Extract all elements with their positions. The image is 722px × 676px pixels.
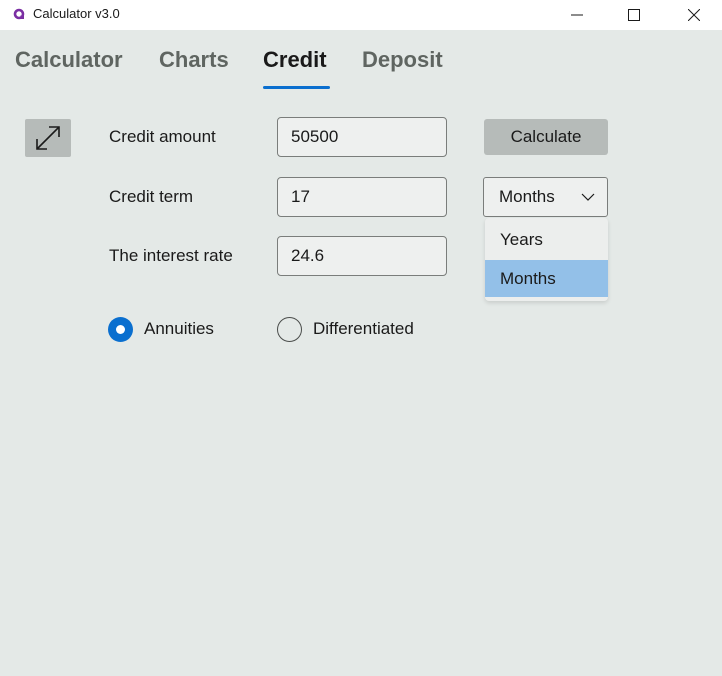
tab-calculator[interactable]: Calculator: [15, 47, 123, 73]
tab-deposit[interactable]: Deposit: [362, 47, 443, 73]
minimize-button[interactable]: [554, 0, 600, 30]
term-unit-selected-value: Months: [499, 187, 555, 206]
differentiated-radio[interactable]: [277, 317, 302, 342]
app-logo-icon: [13, 8, 25, 20]
maximize-button[interactable]: [611, 0, 657, 30]
maximize-icon: [628, 9, 640, 21]
term-unit-option-months[interactable]: Months: [485, 260, 608, 297]
title-bar: Calculator v3.0: [0, 0, 722, 30]
minimize-icon: [571, 14, 583, 16]
tab-charts[interactable]: Charts: [159, 47, 229, 73]
term-unit-select[interactable]: Months: [483, 177, 608, 217]
calculate-button[interactable]: Calculate: [484, 119, 608, 155]
tab-credit[interactable]: Credit: [263, 47, 327, 73]
expand-arrows-icon: [36, 126, 60, 150]
close-button[interactable]: [671, 0, 717, 30]
term-unit-dropdown: Years Months: [485, 218, 608, 301]
chevron-down-icon: [581, 193, 595, 201]
credit-term-label: Credit term: [109, 187, 194, 206]
credit-amount-label: Credit amount: [109, 127, 216, 146]
annuities-radio[interactable]: [108, 317, 133, 342]
interest-rate-input[interactable]: 24.6: [277, 236, 447, 276]
differentiated-label[interactable]: Differentiated: [313, 319, 414, 339]
annuities-label[interactable]: Annuities: [144, 319, 214, 339]
window-title: Calculator v3.0: [33, 6, 120, 21]
expand-button[interactable]: [25, 119, 71, 157]
interest-rate-label: The interest rate: [109, 246, 233, 265]
credit-amount-input[interactable]: 50500: [277, 117, 447, 157]
term-unit-option-years[interactable]: Years: [485, 221, 608, 258]
close-icon: [688, 9, 700, 21]
main-content: Calculator Charts Credit Deposit Credit …: [0, 30, 722, 676]
active-tab-indicator: [263, 86, 330, 89]
credit-term-input[interactable]: 17: [277, 177, 447, 217]
